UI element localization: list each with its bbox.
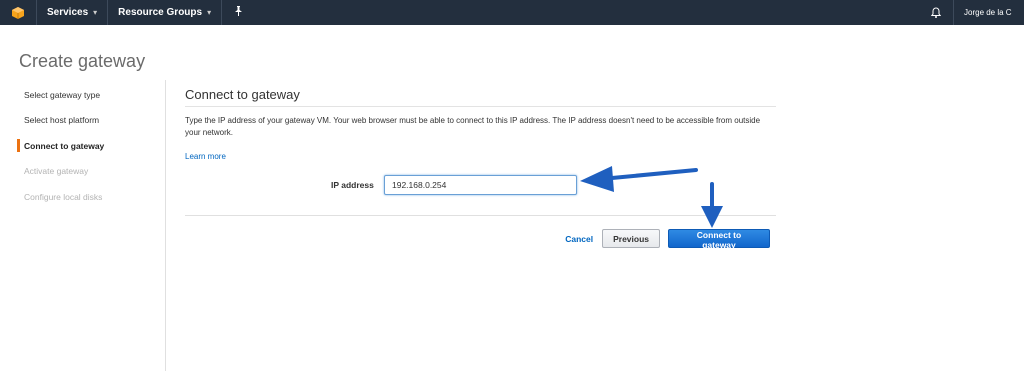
top-navigation-bar: Services ▾ Resource Groups ▾ Jorge de la…	[0, 0, 1024, 25]
resource-groups-label: Resource Groups	[118, 7, 203, 18]
sidebar-divider	[165, 80, 166, 371]
connect-to-gateway-button[interactable]: Connect to gateway	[668, 229, 770, 250]
section-description: Type the IP address of your gateway VM. …	[185, 116, 761, 137]
step-activate-gateway: Activate gateway	[24, 166, 89, 177]
form-divider	[185, 215, 776, 216]
bell-icon[interactable]	[919, 7, 953, 18]
ip-address-input[interactable]	[384, 175, 577, 195]
ip-address-label: IP address	[331, 180, 374, 190]
step-connect-to-gateway[interactable]: Connect to gateway	[17, 133, 165, 159]
step-select-host-platform[interactable]: Select host platform	[17, 108, 165, 134]
user-menu[interactable]: Jorge de la C	[954, 8, 1024, 17]
aws-cube-icon[interactable]	[0, 0, 36, 25]
ip-address-row: IP address	[185, 175, 776, 197]
chevron-down-icon: ▾	[207, 8, 212, 17]
wizard-steps: Select gateway type Select host platform…	[17, 82, 165, 210]
step-select-gateway-type[interactable]: Select gateway type	[17, 82, 165, 108]
chevron-down-icon: ▾	[93, 8, 98, 17]
step-configure-local-disks: Configure local disks	[24, 191, 103, 202]
resource-groups-menu[interactable]: Resource Groups ▾	[108, 0, 221, 25]
page-title: Create gateway	[19, 51, 146, 71]
services-menu[interactable]: Services ▾	[37, 0, 107, 25]
pushpin-icon[interactable]	[222, 6, 255, 19]
cancel-button[interactable]: Cancel	[565, 234, 593, 244]
learn-more-link[interactable]: Learn more	[185, 152, 226, 161]
previous-button[interactable]: Previous	[602, 229, 660, 248]
main-panel: Connect to gateway Type the IP address o…	[185, 87, 776, 250]
services-label: Services	[47, 7, 89, 18]
wizard-actions: Cancel Previous Connect to gateway	[565, 229, 770, 250]
topbar-right: Jorge de la C	[919, 0, 1024, 25]
section-heading: Connect to gateway	[185, 87, 776, 107]
